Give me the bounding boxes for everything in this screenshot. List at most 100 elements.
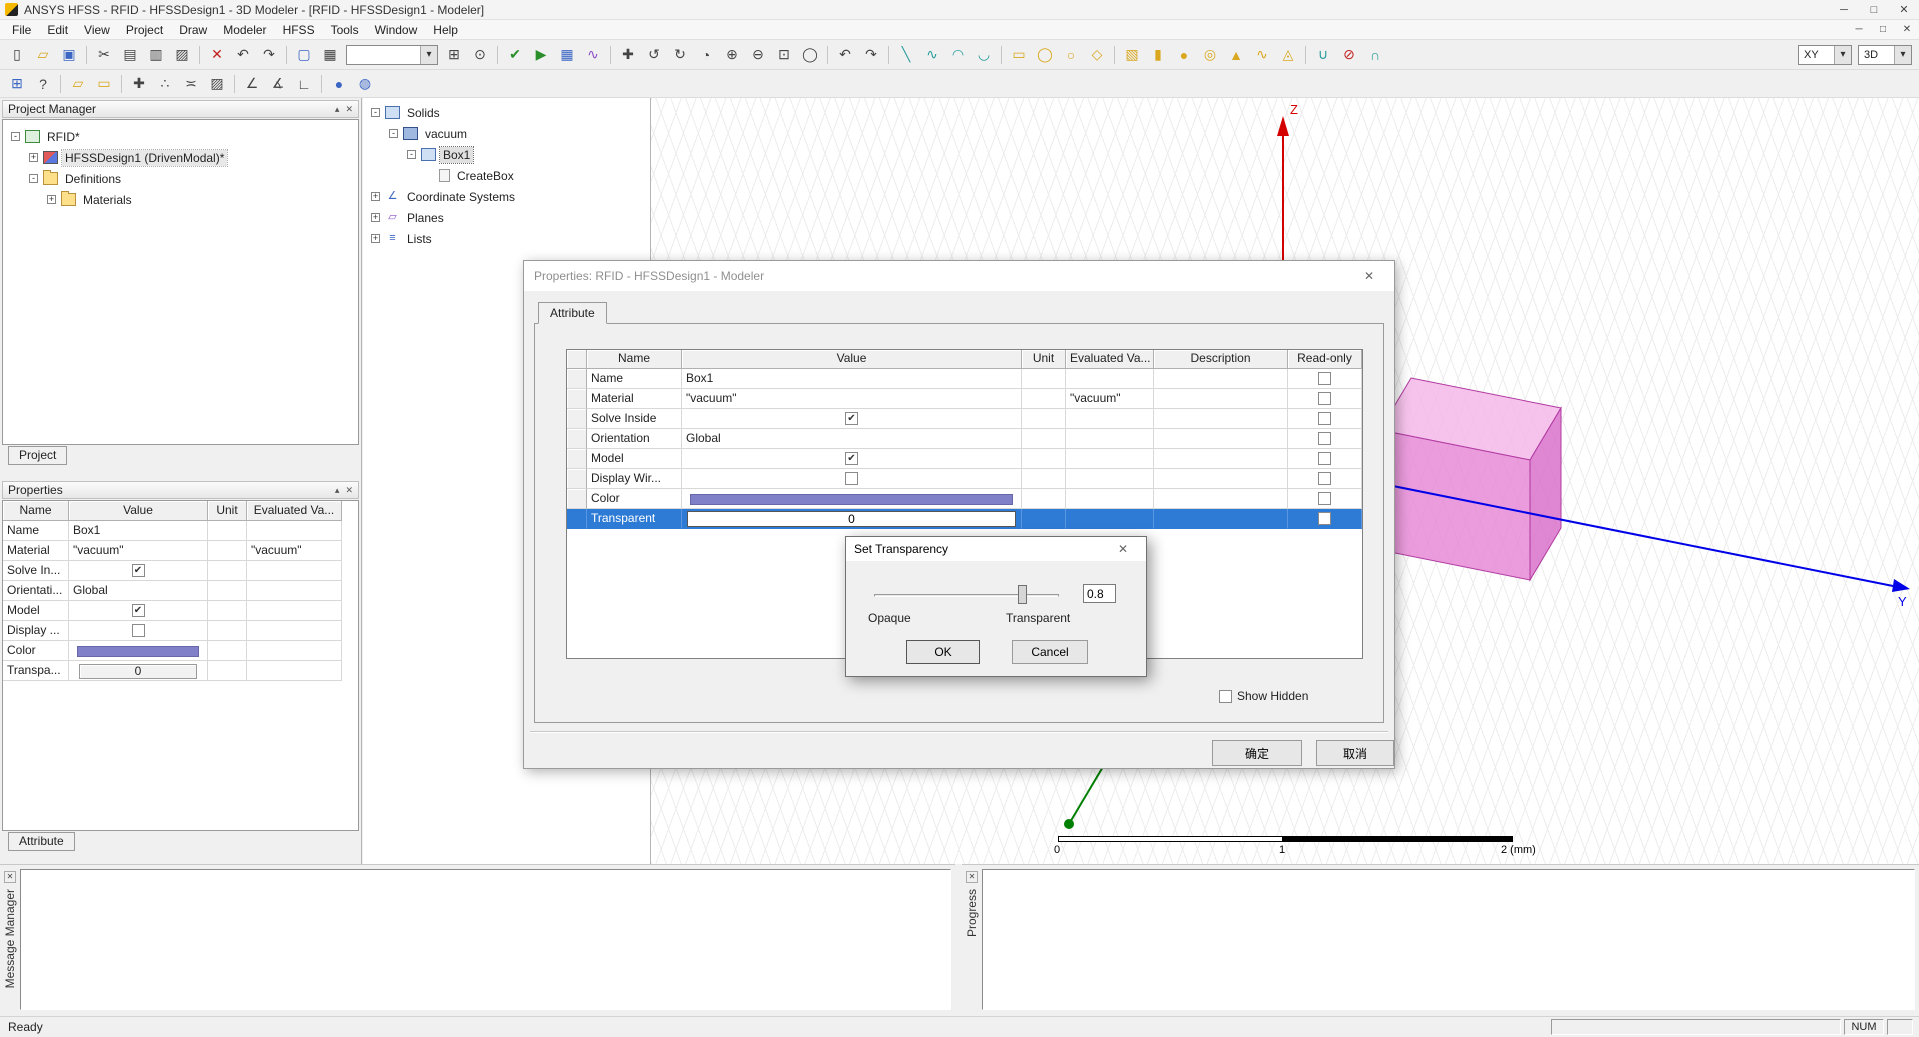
snap-to-grid-button[interactable]: ✚ (126, 72, 152, 96)
rotate-model-button[interactable]: ↺ (641, 43, 667, 67)
properties-dialog-close-icon[interactable]: ✕ (1354, 269, 1384, 283)
transparency-cancel-button[interactable]: Cancel (1012, 640, 1088, 664)
readonly-checkbox[interactable] (1318, 512, 1331, 525)
dialog-cancel-button[interactable]: 取消 (1316, 740, 1394, 766)
draw-polyhedron-button[interactable]: ◬ (1275, 43, 1301, 67)
readonly-checkbox[interactable] (1318, 372, 1331, 385)
snap-to-vertex-button[interactable]: ∴ (152, 72, 178, 96)
transparency-dialog-close-icon[interactable]: ✕ (1108, 542, 1138, 556)
tree-expander-icon[interactable]: - (407, 150, 416, 159)
project-manager-collapse-icon[interactable]: ▴ (335, 104, 340, 115)
property-row-display-wireframe[interactable]: Display ... (3, 621, 358, 641)
property-row-transparent[interactable]: Transpa... 0 (3, 661, 358, 681)
tree-item-solids[interactable]: - Solids (363, 102, 650, 123)
property-row-model[interactable]: Model ✔ (3, 601, 358, 621)
field-overlay-button[interactable]: ◍ (352, 72, 378, 96)
solve-inside-checkbox[interactable]: ✔ (845, 412, 858, 425)
property-orientation-value[interactable]: Global (69, 581, 208, 601)
tree-expander-icon[interactable]: + (371, 192, 380, 201)
mdi-minimize-button[interactable]: ─ (1847, 20, 1871, 39)
draw-arc-3point-button[interactable]: ◡ (971, 43, 997, 67)
paste-button[interactable]: ▥ (143, 43, 169, 67)
property-row-name[interactable]: Name Box1 (3, 521, 358, 541)
tree-item-materials[interactable]: + Materials (3, 189, 358, 210)
menu-item-window[interactable]: Window (367, 21, 426, 39)
draw-spline-button[interactable]: ∿ (919, 43, 945, 67)
display-wireframe-checkbox[interactable] (845, 472, 858, 485)
menu-item-hfss[interactable]: HFSS (275, 21, 323, 39)
new-window-button[interactable]: ▱ (65, 72, 91, 96)
display-wireframe-checkbox[interactable] (131, 624, 145, 637)
dialog-row-color[interactable]: Color (567, 489, 1362, 509)
draw-box-button[interactable]: ▧ (1119, 43, 1145, 67)
context-help-button[interactable]: ? (30, 72, 56, 96)
solution-data-button[interactable]: ▦ (554, 43, 580, 67)
boolean-unite-button[interactable]: ∪ (1310, 43, 1336, 67)
measure-area-button[interactable]: ∟ (291, 72, 317, 96)
undo-button[interactable]: ↶ (230, 43, 256, 67)
readonly-checkbox[interactable] (1318, 392, 1331, 405)
menu-item-view[interactable]: View (76, 21, 118, 39)
readonly-checkbox[interactable] (1318, 472, 1331, 485)
tab-project[interactable]: Project (8, 446, 68, 465)
working-plane-combo[interactable]: XY (1798, 44, 1852, 65)
dialog-name-value[interactable]: Box1 (682, 369, 1022, 389)
draw-rectangle-button[interactable]: ▭ (1006, 43, 1032, 67)
rotate-view-button[interactable]: ↻ (667, 43, 693, 67)
transparency-dialog-titlebar[interactable]: Set Transparency ✕ (846, 537, 1146, 561)
boundary-display-button[interactable]: ● (326, 72, 352, 96)
close-button[interactable]: ✕ (1889, 0, 1919, 19)
draw-ellipse-button[interactable]: ◯ (1032, 43, 1058, 67)
dialog-ok-button[interactable]: 确定 (1212, 740, 1302, 766)
menu-item-project[interactable]: Project (118, 21, 171, 39)
tile-windows-button[interactable]: ▭ (91, 72, 117, 96)
property-row-orientation[interactable]: Orientati... Global (3, 581, 358, 601)
properties-dialog-titlebar[interactable]: Properties: RFID - HFSSDesign1 - Modeler… (524, 261, 1394, 291)
tree-item-rfid[interactable]: - RFID* (3, 126, 358, 147)
tree-expander-icon[interactable]: - (389, 129, 398, 138)
boolean-subtract-button[interactable]: ⊘ (1336, 43, 1362, 67)
minimize-button[interactable]: ─ (1829, 0, 1859, 19)
pan-button[interactable]: ✚ (615, 43, 641, 67)
tree-item-hfssdesign1[interactable]: + HFSSDesign1 (DrivenModal)* (3, 147, 358, 168)
tree-expander-icon[interactable]: - (29, 174, 38, 183)
tree-expander-icon[interactable]: - (371, 108, 380, 117)
property-name-value[interactable]: Box1 (69, 521, 208, 541)
tree-item-planes[interactable]: + ▱ Planes (363, 207, 650, 228)
tree-item-lists[interactable]: + ≡ Lists (363, 228, 650, 249)
dialog-tab-attribute[interactable]: Attribute (538, 302, 607, 324)
save-button[interactable]: ▣ (56, 43, 82, 67)
tree-item-createbox[interactable]: CreateBox (363, 165, 650, 186)
transparency-slider-handle[interactable] (1018, 585, 1027, 604)
tree-expander-icon[interactable]: + (47, 195, 56, 204)
draw-torus-button[interactable]: ◎ (1197, 43, 1223, 67)
measure-position-button[interactable]: ∠ (239, 72, 265, 96)
select-object-button[interactable]: ▢ (291, 43, 317, 67)
delete-button[interactable]: ✕ (204, 43, 230, 67)
dialog-row-solve-inside[interactable]: Solve Inside ✔ (567, 409, 1362, 429)
property-row-solve-inside[interactable]: Solve In... ✔ (3, 561, 358, 581)
selection-mode-combo[interactable] (346, 44, 438, 65)
readonly-checkbox[interactable] (1318, 452, 1331, 465)
tree-expander-icon[interactable]: + (371, 234, 380, 243)
view-undo-button[interactable]: ↶ (832, 43, 858, 67)
show-hidden-checkbox[interactable] (1219, 689, 1232, 703)
maximize-button[interactable]: □ (1859, 0, 1889, 19)
print-button[interactable]: ▨ (169, 43, 195, 67)
tree-expander-icon[interactable]: - (11, 132, 20, 141)
draw-cone-button[interactable]: ▲ (1223, 43, 1249, 67)
readonly-checkbox[interactable] (1318, 412, 1331, 425)
boolean-intersect-button[interactable]: ∩ (1362, 43, 1388, 67)
tree-item-definitions[interactable]: - Definitions (3, 168, 358, 189)
tree-expander-icon[interactable]: + (371, 213, 380, 222)
dialog-row-transparent[interactable]: Transparent 0 (567, 509, 1362, 529)
dynamic-zoom-button[interactable]: ◔ (693, 43, 719, 67)
project-manager-close-icon[interactable]: ✕ (345, 104, 353, 115)
menu-item-modeler[interactable]: Modeler (215, 21, 274, 39)
open-file-button[interactable]: ▱ (30, 43, 56, 67)
draw-arc-center-button[interactable]: ◠ (945, 43, 971, 67)
draw-polygon-button[interactable]: ◇ (1084, 43, 1110, 67)
menu-item-help[interactable]: Help (425, 21, 466, 39)
cut-button[interactable]: ✂ (91, 43, 117, 67)
dialog-color-swatch[interactable] (690, 494, 1013, 505)
